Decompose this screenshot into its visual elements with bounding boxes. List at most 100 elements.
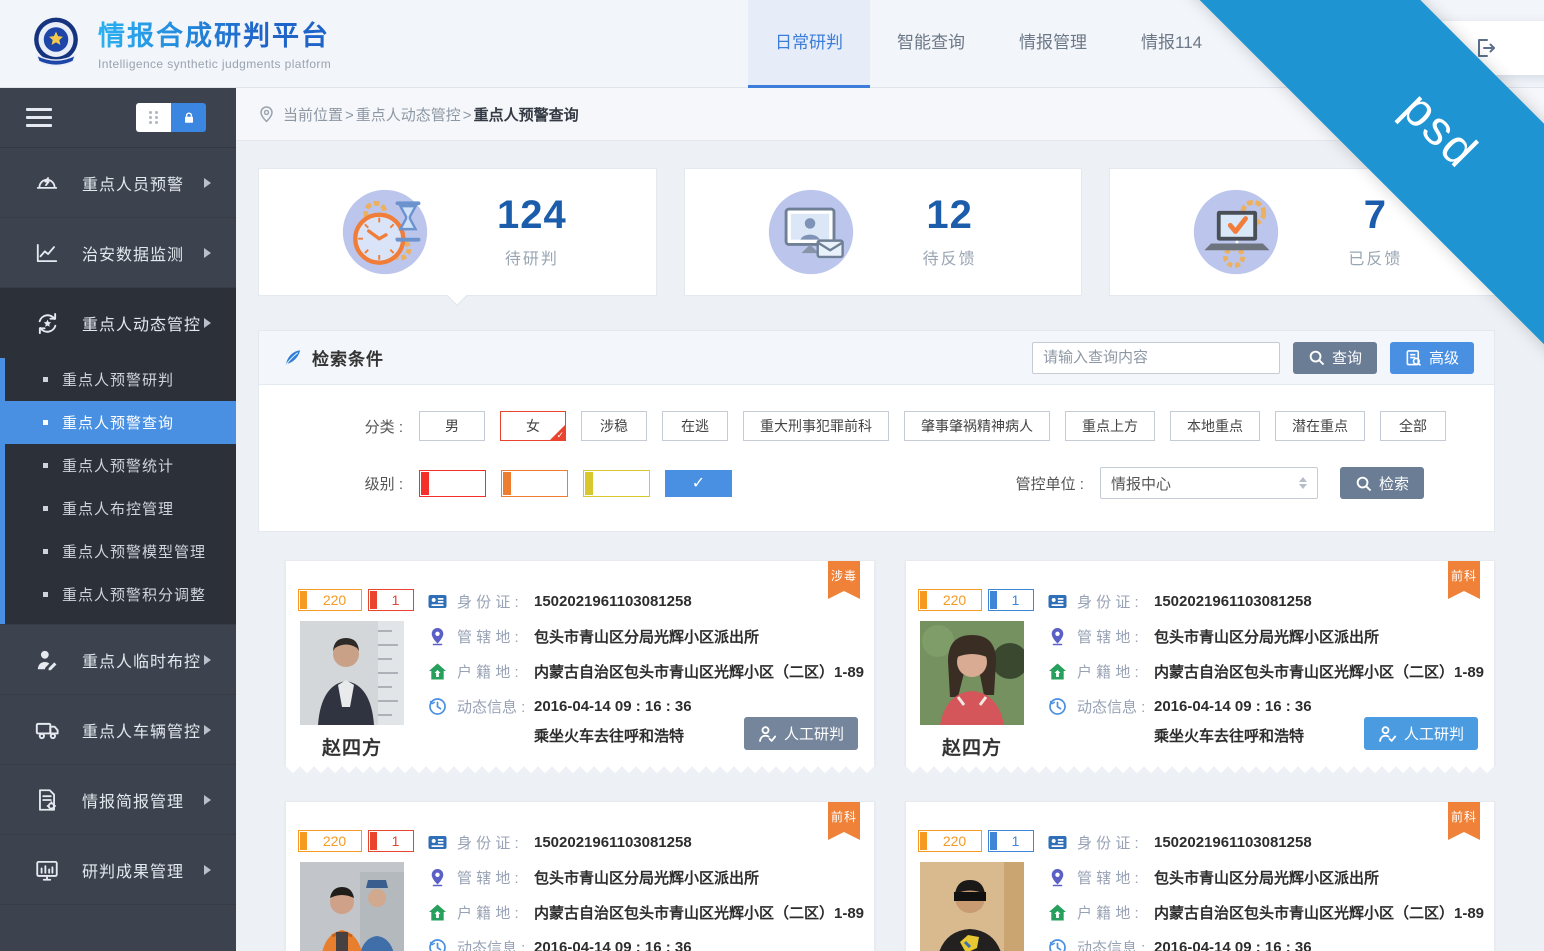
category-filter-button[interactable]: 本地重点 (1170, 411, 1260, 441)
field-label: 管 辖 地 : (1077, 867, 1154, 888)
nav-tab-daily-judgment[interactable]: 日常研判 (748, 0, 870, 88)
stat-value: 124 (497, 195, 567, 235)
history-clock-icon (1048, 938, 1067, 951)
query-label: 查询 (1332, 347, 1362, 368)
id-card-icon (1048, 592, 1067, 611)
panel-title: 检索条件 (312, 345, 384, 370)
stat-card-1[interactable]: 12 待反馈 (684, 168, 1083, 296)
sidebar-subitem-alert-model-management[interactable]: 重点人预警模型管理 (5, 530, 236, 573)
manual-judgment-button[interactable]: 人工研判 (1364, 717, 1478, 750)
person-check-icon (758, 725, 777, 743)
location-pin-icon (1048, 868, 1067, 887)
sidebar-item-label: 情报简报管理 (82, 788, 204, 812)
field-value: 内蒙古自治区包头市青山区光辉小区（二区）1-89 (534, 661, 864, 682)
advanced-label: 高级 (1429, 347, 1459, 368)
sidebar-item-judgment-results-management[interactable]: 研判成果管理 (0, 835, 236, 905)
field-label: 身 份 证 : (1077, 832, 1154, 853)
breadcrumb-separator: > (463, 107, 472, 124)
level-filter-box-3[interactable]: ✓ (665, 470, 732, 497)
advanced-doc-icon (1405, 349, 1422, 367)
rank-badge: 1 (988, 830, 1034, 852)
manual-judgment-button[interactable]: 人工研判 (744, 717, 858, 750)
stat-value: 12 (923, 195, 977, 235)
stat-label: 已反馈 (1348, 245, 1402, 269)
bullet-icon (43, 506, 48, 511)
nav-tab-intel-114[interactable]: 情报114 (1114, 0, 1229, 88)
sidebar-item-key-person-dynamic-control[interactable]: 重点人动态管控 (0, 288, 236, 358)
sidebar-item-label: 重点人车辆管控 (82, 718, 204, 742)
stat-value: 7 (1348, 195, 1402, 235)
bullet-icon (43, 377, 48, 382)
field-value: 1502021961103081258 (534, 834, 692, 851)
bullet-icon (43, 420, 48, 425)
sidebar-top (0, 88, 236, 148)
field-row: 身 份 证 : 1502021961103081258 (428, 832, 862, 853)
field-value: 内蒙古自治区包头市青山区光辉小区（二区）1-89 (1154, 661, 1484, 682)
person-check-icon (1378, 725, 1397, 743)
category-filter-button[interactable]: 涉稳 (581, 411, 647, 441)
sidebar-subitem-alert-judgment[interactable]: 重点人预警研判 (5, 358, 236, 401)
card-tag-ribbon: 涉毒 (828, 561, 860, 591)
level-filter-box-1[interactable] (501, 470, 568, 497)
home-icon (428, 903, 447, 922)
chevron-right-icon (204, 318, 216, 328)
field-row: 户 籍 地 : 内蒙古自治区包头市青山区光辉小区（二区）1-89 (1048, 661, 1482, 682)
level-row: 级别 : ✓ 管控单位 : 情报中心 检索 (259, 467, 1494, 499)
nav-tab-intel-management[interactable]: 情报管理 (992, 0, 1114, 88)
category-filter-button[interactable]: 全部 (1380, 411, 1446, 441)
stat-card-0[interactable]: 124 待研判 (258, 168, 657, 296)
category-filter-button[interactable]: 男 (419, 411, 485, 441)
breadcrumb-segment[interactable]: 重点人预警查询 (474, 107, 579, 124)
person-edit-icon (34, 647, 60, 673)
breadcrumb-segment[interactable]: 重点人动态管控 (356, 107, 461, 124)
home-icon (428, 662, 447, 681)
home-icon (1048, 662, 1067, 681)
menu-hamburger-icon[interactable] (26, 103, 52, 132)
unit-select-value: 情报中心 (1111, 473, 1171, 494)
retrieve-label: 检索 (1379, 473, 1409, 494)
chevron-right-icon (204, 248, 216, 258)
magnifier-icon (1355, 475, 1372, 492)
nav-tab-smart-query[interactable]: 智能查询 (870, 0, 992, 88)
sidebar-item-intel-briefing-management[interactable]: 情报简报管理 (0, 765, 236, 835)
clock-hourglass-icon (339, 186, 431, 278)
field-row: 管 辖 地 : 包头市青山区分局光辉小区派出所 (1048, 626, 1482, 647)
sidebar-lock-toggle[interactable] (136, 103, 206, 132)
field-value: 包头市青山区分局光辉小区派出所 (1154, 626, 1379, 647)
sidebar-subitem-alert-query[interactable]: 重点人预警查询 (5, 401, 236, 444)
history-clock-icon (428, 697, 447, 716)
sidebar-subitem-alert-stats[interactable]: 重点人预警统计 (5, 444, 236, 487)
sidebar-item-key-person-temp-control[interactable]: 重点人临时布控 (0, 625, 236, 695)
retrieve-button[interactable]: 检索 (1340, 467, 1424, 499)
home-icon (1048, 903, 1067, 922)
level-filter-box-2[interactable] (583, 470, 650, 497)
sidebar-subitem-control-management[interactable]: 重点人布控管理 (5, 487, 236, 530)
unit-label: 管控单位 : (1016, 473, 1084, 494)
query-button[interactable]: 查询 (1293, 342, 1377, 374)
sidebar-subitem-label: 重点人预警查询 (62, 412, 174, 433)
advanced-button[interactable]: 高级 (1390, 342, 1474, 374)
location-pin-icon (428, 868, 447, 887)
rank-badge: 1 (368, 589, 414, 611)
location-pin-icon (428, 627, 447, 646)
sidebar-subitem-label: 重点人预警积分调整 (62, 584, 206, 605)
sidebar-subitem-alert-score-adjust[interactable]: 重点人预警积分调整 (5, 573, 236, 616)
category-filter-button[interactable]: 在逃 (662, 411, 728, 441)
check-icon: ✓ (692, 473, 705, 493)
sidebar-item-label: 研判成果管理 (82, 858, 204, 882)
category-filter-button[interactable]: 女 (500, 411, 566, 441)
search-input[interactable] (1032, 342, 1280, 374)
field-label: 动态信息 : (1077, 696, 1154, 717)
category-filter-button[interactable]: 重大刑事犯罪前科 (743, 411, 889, 441)
sidebar-item-key-person-vehicle-control[interactable]: 重点人车辆管控 (0, 695, 236, 765)
sidebar-item-key-person-alert[interactable]: 重点人员预警 (0, 148, 236, 218)
unit-select[interactable]: 情报中心 (1100, 467, 1318, 499)
chevron-right-icon (204, 178, 216, 188)
category-filter-button[interactable]: 潜在重点 (1275, 411, 1365, 441)
category-filter-button[interactable]: 重点上方 (1065, 411, 1155, 441)
sidebar-item-security-data-monitor[interactable]: 治安数据监测 (0, 218, 236, 288)
sidebar-group-key-person-dynamic-control: 重点人动态管控 重点人预警研判 重点人预警查询 重点人预警统计 重点人布控管理 … (0, 288, 236, 625)
level-filter-box-0[interactable] (419, 470, 486, 497)
field-value: 包头市青山区分局光辉小区派出所 (534, 626, 759, 647)
category-filter-button[interactable]: 肇事肇祸精神病人 (904, 411, 1050, 441)
